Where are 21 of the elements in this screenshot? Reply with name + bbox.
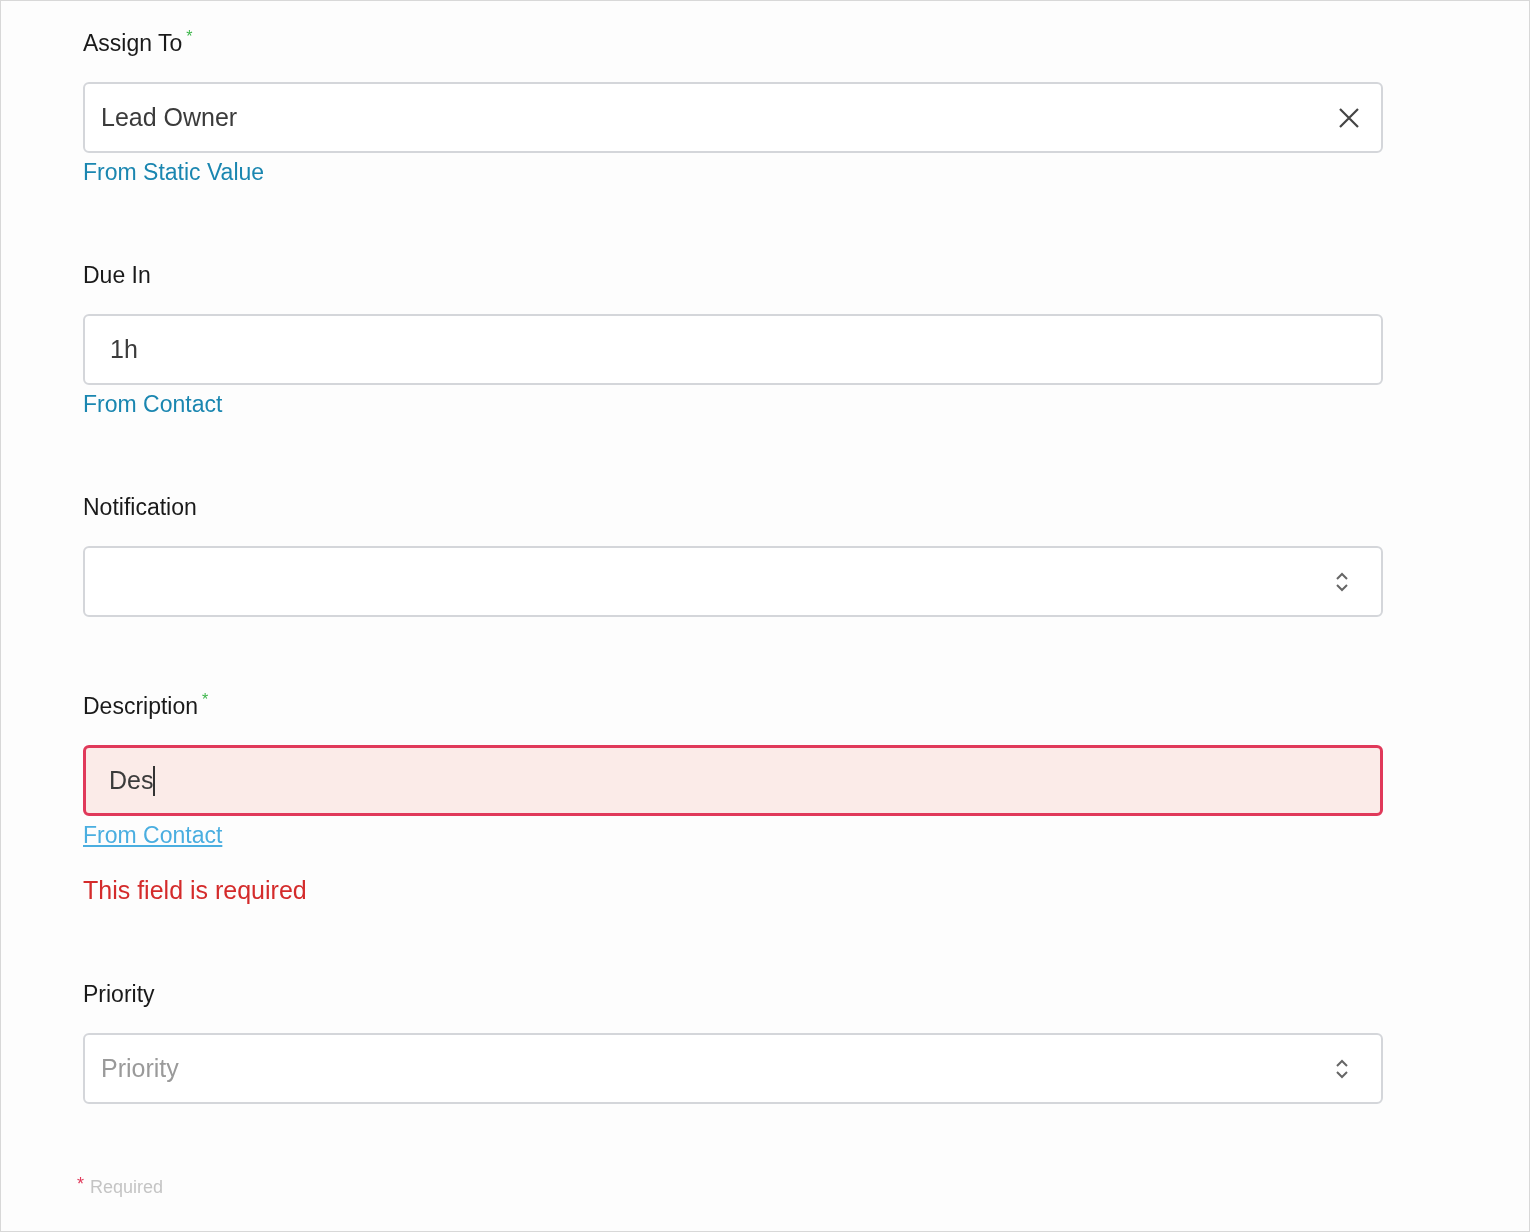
required-mark: * [186,30,193,44]
source-link[interactable]: From Static Value [83,159,265,185]
field-label: Priority [83,981,155,1007]
field-label: Description [83,693,199,719]
close-icon[interactable] [1339,107,1359,128]
input-field[interactable]: Des [83,745,1383,816]
input-field[interactable]: Lead Owner [83,82,1383,153]
field-label: Due In [83,262,151,288]
chevron-updown-icon [1335,570,1349,593]
select-field[interactable] [83,546,1383,617]
required-legend: Required [90,1174,164,1200]
required-mark: * [202,693,209,707]
select-field[interactable]: Priority [83,1033,1383,1104]
field-label: Notification [83,494,197,520]
source-link[interactable]: From Contact [83,391,223,417]
error-message: This field is required [83,875,308,905]
chevron-updown-icon [1335,1057,1349,1080]
field-label: Assign To [83,30,183,56]
required-mark: * [77,1174,84,1195]
source-link[interactable]: From Contact [83,822,223,848]
input-field[interactable]: 1h [83,314,1383,385]
